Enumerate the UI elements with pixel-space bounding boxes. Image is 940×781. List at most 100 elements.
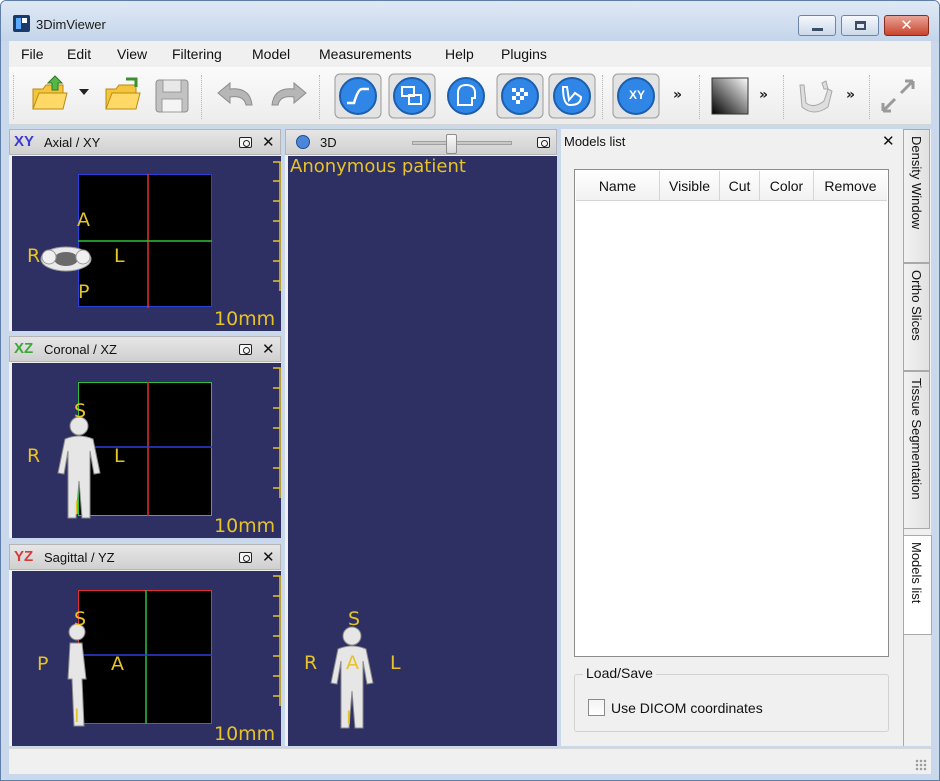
models-table-header: Name Visible Cut Color Remove xyxy=(576,171,887,201)
toolbar-overflow-button[interactable]: » xyxy=(759,87,768,103)
menu-help[interactable]: Help xyxy=(445,46,474,62)
open-dicom-icon[interactable] xyxy=(29,75,69,115)
opacity-slider[interactable] xyxy=(412,134,512,154)
load-save-group: Load/Save Use DICOM coordinates xyxy=(574,665,889,732)
use-dicom-coordinates-label[interactable]: Use DICOM coordinates xyxy=(611,700,763,716)
column-header-color[interactable]: Color xyxy=(760,171,814,201)
minimize-button[interactable] xyxy=(798,15,836,36)
screenshot-camera-icon[interactable] xyxy=(239,137,252,148)
head-model-tool-icon[interactable] xyxy=(442,73,490,119)
ortho-slices-tool-icon[interactable] xyxy=(388,73,436,119)
tab-ortho-slices[interactable]: Ortho Slices xyxy=(904,263,930,371)
tab-density-window[interactable]: Density Window xyxy=(904,129,930,263)
3d-dock-title[interactable]: 3D xyxy=(285,129,557,155)
sagittal-crosshair[interactable] xyxy=(12,571,281,746)
3d-viewport[interactable]: Anonymous patient S R L A I xyxy=(288,156,557,746)
menu-filtering[interactable]: Filtering xyxy=(172,46,222,62)
3d-view-icon xyxy=(296,135,310,149)
scale-label: 10mm xyxy=(214,515,276,537)
open-dropdown-arrow-icon[interactable] xyxy=(79,89,89,97)
orientation-label-bottom: I xyxy=(346,707,352,729)
close-icon: ✕ xyxy=(900,16,913,34)
expand-view-icon[interactable] xyxy=(877,75,919,117)
density-window-tool-icon[interactable] xyxy=(334,73,382,119)
tab-models-list-label: Models list xyxy=(909,542,924,604)
tab-tissue-segmentation-label: Tissue Segmentation xyxy=(909,378,924,500)
models-table[interactable]: Name Visible Cut Color Remove xyxy=(574,169,889,657)
axial-crosshair[interactable] xyxy=(12,156,281,331)
coronal-close-button[interactable]: ✕ xyxy=(262,340,275,358)
toolbar-separator xyxy=(319,75,321,119)
maximize-button[interactable] xyxy=(841,15,879,36)
sagittal-close-button[interactable]: ✕ xyxy=(262,548,275,566)
menu-model[interactable]: Model xyxy=(252,46,290,62)
coronal-crosshair[interactable] xyxy=(12,363,281,538)
column-header-cut[interactable]: Cut xyxy=(720,171,760,201)
tab-models-list[interactable]: Models list xyxy=(904,535,932,635)
open-folder-icon[interactable] xyxy=(102,75,142,115)
toolbar-separator xyxy=(699,75,701,119)
models-list-panel: Models list ✕ Name Visible Cut Color Rem… xyxy=(561,129,903,746)
orientation-label-left: R xyxy=(27,445,41,467)
screenshot-camera-icon[interactable] xyxy=(239,344,252,355)
opacity-slider-handle[interactable] xyxy=(446,134,457,154)
menu-plugins[interactable]: Plugins xyxy=(501,46,547,62)
coronal-title: Coronal / XZ xyxy=(44,342,117,357)
screenshot-camera-icon[interactable] xyxy=(537,137,550,148)
side-tab-bar: Density Window Ortho Slices Tissue Segme… xyxy=(903,129,932,746)
surface-tool-icon[interactable] xyxy=(548,73,596,119)
orientation-label-bottom: I xyxy=(74,497,80,519)
sagittal-viewport[interactable]: S P A I 10mm xyxy=(12,571,281,746)
menu-measurements[interactable]: Measurements xyxy=(319,46,412,62)
tab-tissue-segmentation[interactable]: Tissue Segmentation xyxy=(904,371,930,529)
axial-view-panel: XY Axial / XY ✕ A R L P 10mm xyxy=(9,129,281,331)
models-panel-close-button[interactable]: ✕ xyxy=(882,132,895,150)
redo-icon[interactable] xyxy=(264,75,308,115)
use-dicom-coordinates-checkbox[interactable] xyxy=(588,699,605,716)
menu-view[interactable]: View xyxy=(117,46,147,62)
axial-close-button[interactable]: ✕ xyxy=(262,133,275,151)
tab-density-window-label: Density Window xyxy=(909,136,924,230)
column-header-name[interactable]: Name xyxy=(576,171,660,201)
close-window-button[interactable]: ✕ xyxy=(884,15,929,36)
3d-view-panel: 3D Anonymous patient S R L A I xyxy=(285,129,557,746)
jaw-model-icon[interactable] xyxy=(792,75,836,117)
app-window: 3DimViewer ✕ File Edit View Filtering Mo… xyxy=(0,0,940,781)
sagittal-dock-title[interactable]: YZ Sagittal / YZ ✕ xyxy=(9,544,281,570)
menu-edit[interactable]: Edit xyxy=(67,46,91,62)
scale-label: 10mm xyxy=(214,308,276,330)
toolbar-overflow-button[interactable]: » xyxy=(846,87,855,103)
orientation-label-top: A xyxy=(77,209,90,231)
resize-grip-icon[interactable] xyxy=(915,759,927,771)
toolbar-grip[interactable] xyxy=(13,75,15,119)
toolbar-separator xyxy=(783,75,785,119)
minimize-icon xyxy=(812,28,823,31)
gradient-contrast-icon[interactable] xyxy=(709,75,751,117)
3d-orientation-figure xyxy=(330,626,374,729)
undo-icon[interactable] xyxy=(212,75,256,115)
screenshot-camera-icon[interactable] xyxy=(239,552,252,563)
toolbar-overflow-button[interactable]: » xyxy=(673,87,682,103)
axial-title: Axial / XY xyxy=(44,135,101,150)
orientation-label-top: S xyxy=(74,400,87,422)
toolbar-separator xyxy=(602,75,604,119)
menu-file[interactable]: File xyxy=(21,46,44,62)
main-toolbar: XY » » » xyxy=(9,67,931,125)
status-bar xyxy=(9,748,931,774)
column-header-remove[interactable]: Remove xyxy=(814,171,887,201)
checkerboard-tool-icon[interactable] xyxy=(496,73,544,119)
axial-viewport[interactable]: A R L P 10mm xyxy=(12,156,281,331)
coronal-viewport[interactable]: S R L I 10mm xyxy=(12,363,281,538)
orientation-label-left: R xyxy=(304,652,318,674)
coronal-dock-title[interactable]: XZ Coronal / XZ ✕ xyxy=(9,336,281,362)
axial-dock-title[interactable]: XY Axial / XY ✕ xyxy=(9,129,281,155)
column-header-visible[interactable]: Visible xyxy=(660,171,720,201)
save-icon[interactable] xyxy=(152,75,192,115)
maximize-icon xyxy=(855,21,866,30)
orientation-label-top: S xyxy=(74,608,87,630)
toolbar-separator xyxy=(201,75,203,119)
toolbar-separator xyxy=(869,75,871,119)
sagittal-code: YZ xyxy=(14,548,34,565)
load-save-title: Load/Save xyxy=(583,665,656,681)
sagittal-view-panel: YZ Sagittal / YZ ✕ S P A I 10mm xyxy=(9,544,281,746)
